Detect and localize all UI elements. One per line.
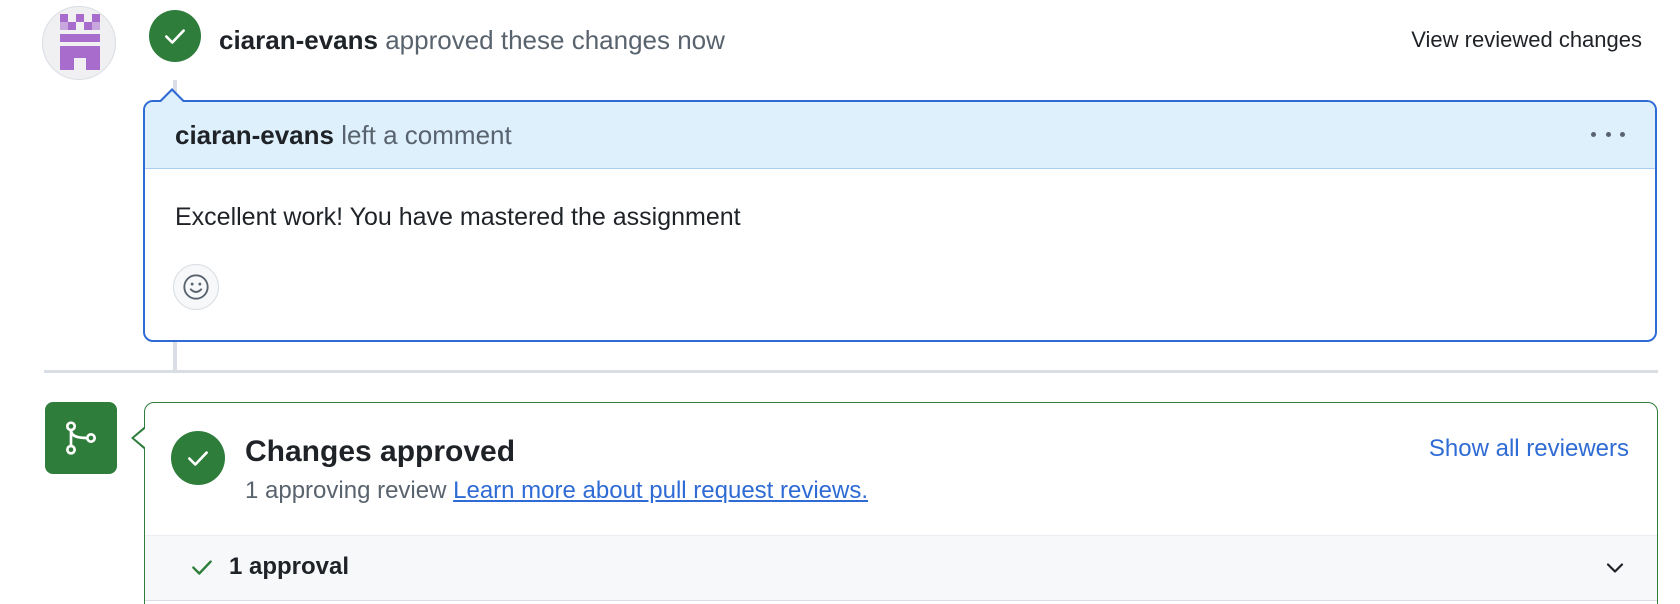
merge-box-subtitle: 1 approving review Learn more about pull… — [245, 475, 868, 507]
check-icon — [188, 451, 208, 466]
kebab-horizontal-icon[interactable] — [1591, 122, 1625, 146]
merge-status-icon-box — [45, 402, 117, 474]
review-event-header: ciaran-evans approved these changes now — [219, 22, 725, 58]
git-merge-icon — [65, 421, 97, 455]
approved-status-icon — [171, 431, 225, 485]
timeline-divider — [44, 370, 1658, 373]
comment-body: Excellent work! You have mastered the as… — [175, 203, 741, 231]
approving-review-count: 1 approving review — [245, 477, 447, 504]
merge-box-pointer-fill — [134, 428, 146, 448]
review-comment: ciaran-evans left a comment Excellent wo… — [143, 100, 1657, 342]
approved-badge — [149, 10, 201, 62]
comment-author-link[interactable]: ciaran-evans — [175, 120, 334, 150]
add-reaction-button[interactable] — [173, 264, 219, 310]
view-reviewed-changes-button[interactable]: View reviewed changes — [1411, 24, 1642, 56]
merge-box-title: Changes approved — [245, 435, 516, 468]
approvals-section-toggle[interactable]: 1 approval — [145, 535, 1657, 601]
check-icon — [165, 29, 185, 44]
comment-header-text: ciaran-evans left a comment — [175, 118, 512, 152]
smiley-icon — [183, 274, 209, 300]
review-author-link[interactable]: ciaran-evans — [219, 25, 378, 55]
identicon-avatar-icon — [60, 14, 100, 70]
approvals-count-label: 1 approval — [229, 553, 350, 580]
review-action-text: approved these changes now — [385, 25, 725, 55]
pull-request-timeline: ciaran-evans approved these changes now … — [0, 0, 1680, 604]
comment-action-text: left a comment — [341, 120, 512, 150]
comment-pointer-fill — [160, 91, 184, 103]
avatar[interactable] — [42, 6, 116, 80]
comment-header: ciaran-evans left a comment — [145, 102, 1655, 169]
show-all-reviewers-link[interactable]: Show all reviewers — [1429, 433, 1629, 465]
merge-box: Changes approved 1 approving review Lear… — [144, 402, 1658, 604]
check-icon — [192, 560, 212, 575]
chevron-down-icon[interactable] — [1603, 556, 1627, 580]
learn-more-reviews-link[interactable]: Learn more about pull request reviews. — [453, 477, 868, 504]
